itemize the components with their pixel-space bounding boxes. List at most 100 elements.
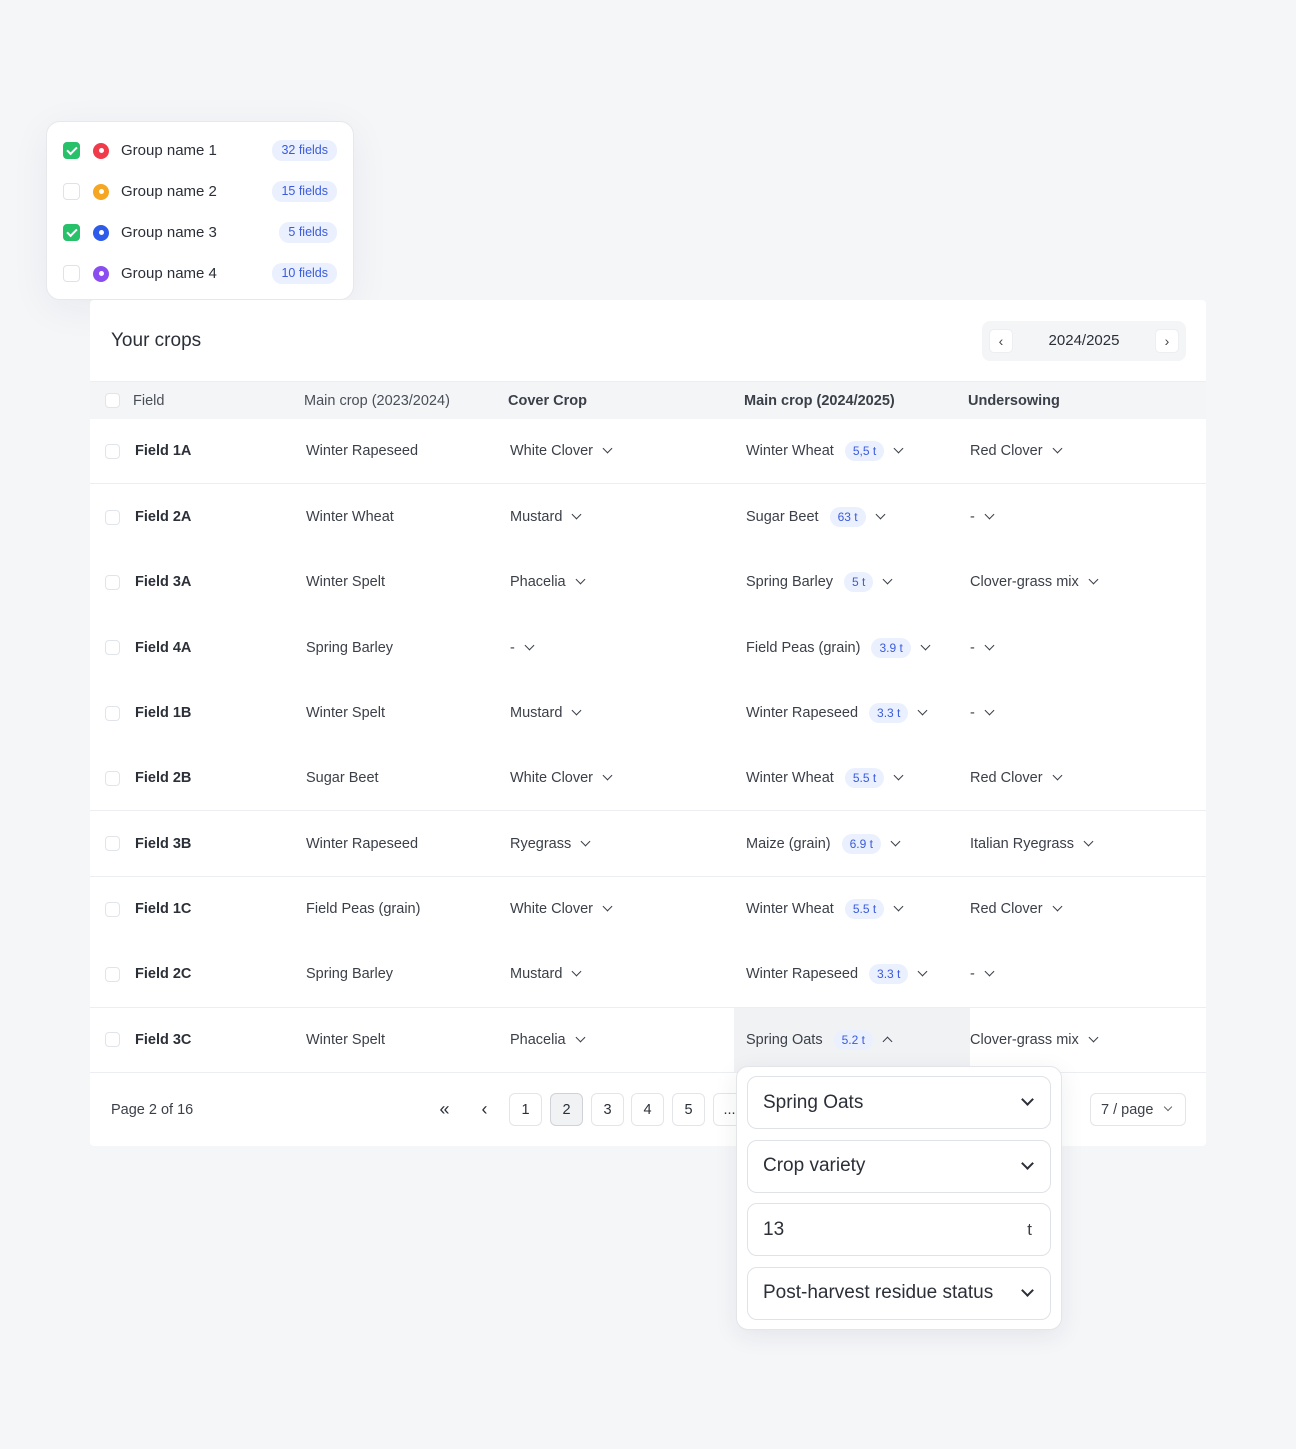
table-row: Field 4A Spring Barley - Field Peas (grain)… xyxy=(90,615,1206,680)
chevron-right-icon[interactable]: › xyxy=(1155,328,1179,353)
row-checkbox[interactable] xyxy=(105,640,120,656)
column-header-undersowing: Undersowing xyxy=(968,392,1060,409)
table-row: Field 3A Winter Spelt Phacelia Spring Barle… xyxy=(90,550,1206,615)
group-color-dot xyxy=(93,265,109,282)
chevron-down-icon xyxy=(575,1032,586,1043)
select-all-checkbox[interactable] xyxy=(105,393,120,408)
row-checkbox[interactable] xyxy=(105,574,120,590)
page-size-select[interactable]: 7 / page xyxy=(1090,1093,1186,1126)
group-name: Group name 2 xyxy=(121,183,217,200)
undersowing-select[interactable]: - xyxy=(970,966,1206,982)
page-button-current[interactable]: 2 xyxy=(550,1093,583,1126)
undersowing-select[interactable]: Italian Ryegrass xyxy=(970,836,1206,852)
page-button[interactable]: 5 xyxy=(672,1093,705,1126)
cover-crop-select[interactable]: Mustard xyxy=(510,966,746,982)
chevron-down-icon xyxy=(1083,836,1094,846)
group-row[interactable]: Group name 3 5 fields xyxy=(63,212,337,253)
main-crop-value: Field Peas (grain) xyxy=(746,639,861,656)
row-checkbox[interactable] xyxy=(105,901,120,917)
cover-crop-select[interactable]: Phacelia xyxy=(510,1032,746,1048)
chevron-down-icon xyxy=(1052,443,1062,454)
undersowing-select[interactable]: Red Clover xyxy=(970,770,1206,786)
crop-select-value: Spring Oats xyxy=(763,1091,864,1113)
main-crop-select[interactable]: Maize (grain) 6.9 t xyxy=(734,811,970,875)
main-crop-select[interactable]: Winter Wheat 5.5 t xyxy=(734,877,970,942)
chevron-down-icon xyxy=(1088,575,1099,585)
main-crop-value: Spring Barley xyxy=(746,574,834,591)
page-button[interactable]: 3 xyxy=(591,1093,624,1126)
cover-crop-value: - xyxy=(510,639,515,656)
field-name: Field 4A xyxy=(135,639,192,656)
row-checkbox[interactable] xyxy=(105,836,120,852)
group-row[interactable]: Group name 1 32 fields xyxy=(63,130,337,171)
group-row[interactable]: Group name 4 10 fields xyxy=(63,253,337,294)
table-row: Field 1A Winter Rapeseed White Clover Winte… xyxy=(90,419,1206,485)
row-checkbox[interactable] xyxy=(105,509,120,525)
main-crop-select[interactable]: Winter Rapeseed 3.3 t xyxy=(734,942,970,1006)
undersowing-select[interactable]: - xyxy=(970,640,1206,656)
first-page-icon[interactable]: « xyxy=(428,1093,461,1126)
row-checkbox[interactable] xyxy=(105,705,120,721)
chevron-down-icon xyxy=(602,443,613,454)
undersowing-value: Clover-grass mix xyxy=(970,1031,1079,1048)
group-checkbox[interactable] xyxy=(63,224,80,241)
row-checkbox[interactable] xyxy=(105,443,120,459)
main-crop-select[interactable]: Field Peas (grain) 3.9 t xyxy=(734,615,970,680)
main-crop-select[interactable]: Sugar Beet 63 t xyxy=(734,484,970,549)
page-button[interactable]: 1 xyxy=(509,1093,542,1126)
chevron-down-icon xyxy=(984,509,995,520)
cover-crop-select[interactable]: Phacelia xyxy=(510,574,746,590)
undersowing-select[interactable]: Clover-grass mix xyxy=(970,1032,1206,1048)
group-row[interactable]: Group name 2 15 fields xyxy=(63,171,337,212)
group-name: Group name 4 xyxy=(121,265,217,282)
residue-status-select[interactable]: Post-harvest residue status xyxy=(747,1266,1051,1320)
cover-crop-value: Mustard xyxy=(510,705,563,722)
group-checkbox[interactable] xyxy=(63,183,80,200)
undersowing-select[interactable]: - xyxy=(970,705,1206,721)
chevron-down-icon xyxy=(917,966,928,977)
main-crop-select[interactable]: Spring Oats 5.2 t xyxy=(734,1007,970,1072)
cover-crop-value: White Clover xyxy=(510,901,593,918)
cover-crop-select[interactable]: - xyxy=(510,640,746,656)
table-row: Field 2C Spring Barley Mustard Winter Rapes… xyxy=(90,942,1206,1008)
chevron-up-icon xyxy=(882,1036,893,1047)
crops-card: Your crops ‹ 2024/2025 › Field Main crop… xyxy=(90,300,1206,1146)
page-size-label: 7 / page xyxy=(1101,1101,1154,1118)
undersowing-select[interactable]: - xyxy=(970,509,1206,525)
main-crop-select[interactable]: Spring Barley 5 t xyxy=(734,550,970,615)
page-button[interactable]: 4 xyxy=(631,1093,664,1126)
cover-crop-select[interactable]: White Clover xyxy=(510,443,746,459)
yield-badge: 5.5 t xyxy=(844,768,885,789)
row-checkbox[interactable] xyxy=(105,966,120,982)
main-crop-select[interactable]: Winter Wheat 5,5 t xyxy=(734,419,970,483)
table-header: Field Main crop (2023/2024) Cover Crop M… xyxy=(90,381,1206,419)
group-filter-card: Group name 1 32 fields Group name 2 15 f… xyxy=(46,121,354,300)
cover-crop-value: Phacelia xyxy=(510,1031,566,1048)
chevron-down-icon xyxy=(890,836,901,846)
main-crop-select[interactable]: Winter Wheat 5.5 t xyxy=(734,746,970,810)
undersowing-select[interactable]: Red Clover xyxy=(970,443,1206,459)
cover-crop-select[interactable]: White Clover xyxy=(510,901,746,917)
undersowing-select[interactable]: Clover-grass mix xyxy=(970,574,1206,590)
cover-crop-select[interactable]: Mustard xyxy=(510,509,746,525)
yield-input[interactable]: 13 t xyxy=(747,1203,1051,1256)
cover-crop-select[interactable]: Mustard xyxy=(510,705,746,721)
undersowing-value: - xyxy=(970,509,975,526)
chevron-left-icon[interactable]: ‹ xyxy=(989,328,1013,353)
chevron-down-icon xyxy=(1021,1093,1034,1106)
row-checkbox[interactable] xyxy=(105,770,120,786)
group-checkbox[interactable] xyxy=(63,142,80,159)
crop-select[interactable]: Spring Oats xyxy=(747,1076,1051,1129)
group-checkbox[interactable] xyxy=(63,265,80,282)
chevron-down-icon xyxy=(602,770,613,781)
cover-crop-select[interactable]: Ryegrass xyxy=(510,836,746,852)
undersowing-select[interactable]: Red Clover xyxy=(970,901,1206,917)
main-crop-select[interactable]: Winter Rapeseed 3.3 t xyxy=(734,681,970,746)
chevron-down-icon xyxy=(524,640,535,651)
chevron-down-icon xyxy=(882,575,893,585)
crop-variety-select[interactable]: Crop variety xyxy=(747,1139,1051,1193)
chevron-down-icon xyxy=(571,509,582,520)
prev-page-icon[interactable]: ‹ xyxy=(468,1093,501,1126)
row-checkbox[interactable] xyxy=(105,1032,120,1048)
cover-crop-select[interactable]: White Clover xyxy=(510,770,746,786)
